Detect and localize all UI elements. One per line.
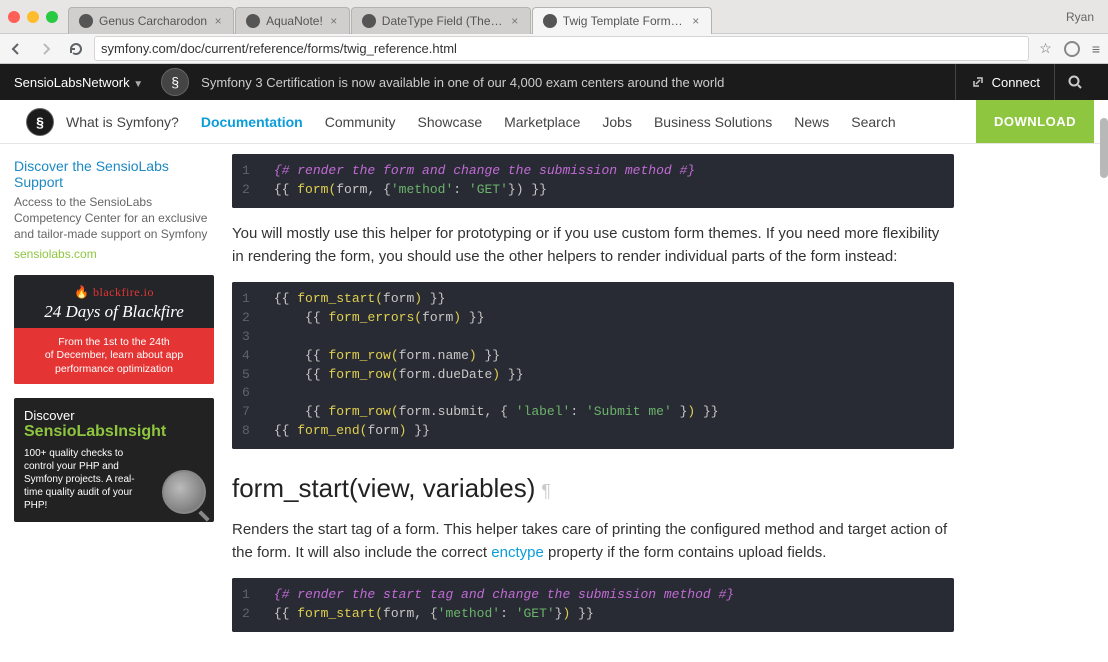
brand-part2: Network <box>82 75 130 90</box>
browser-user[interactable]: Ryan <box>1060 8 1100 26</box>
paragraph-form-start: Renders the start tag of a form. This he… <box>232 518 954 565</box>
tab-twig-active[interactable]: Twig Template Form Functi × <box>532 7 712 34</box>
sidebar: Discover the SensioLabs Support Access t… <box>0 144 214 662</box>
extension-icon[interactable] <box>1064 41 1080 57</box>
code-content[interactable]: {{ form_start(form) }} {{ form_errors(fo… <box>260 282 954 449</box>
support-title[interactable]: Discover the SensioLabs Support <box>14 158 214 190</box>
tab-title: AquaNote! <box>266 14 323 28</box>
link-enctype[interactable]: enctype <box>491 544 544 561</box>
maximize-window-icon[interactable] <box>46 11 58 23</box>
close-tab-icon[interactable]: × <box>691 16 701 26</box>
blackfire-days: 24 Days of Blackfire <box>22 302 206 322</box>
permalink-icon[interactable]: ¶ <box>541 481 551 501</box>
window-controls <box>8 11 58 23</box>
nav-jobs[interactable]: Jobs <box>602 114 632 130</box>
promo-text[interactable]: Symfony 3 Certification is now available… <box>201 75 724 90</box>
address-bar: symfony.com/doc/current/reference/forms/… <box>0 34 1108 64</box>
close-window-icon[interactable] <box>8 11 20 23</box>
support-box: Discover the SensioLabs Support Access t… <box>14 158 214 261</box>
back-icon[interactable] <box>8 41 24 57</box>
nav-showcase[interactable]: Showcase <box>418 114 483 130</box>
magnifier-icon <box>162 470 206 514</box>
blackfire-promo: From the 1st to the 24th of December, le… <box>14 328 214 385</box>
tab-datetype[interactable]: DateType Field (The Symfo × <box>351 7 531 34</box>
close-tab-icon[interactable]: × <box>510 16 520 26</box>
chevron-down-icon: ▼ <box>133 79 143 90</box>
support-text: Access to the SensioLabs Competency Cent… <box>14 194 214 243</box>
favicon-icon <box>246 14 260 28</box>
browser-tab-strip: Genus Carcharodon × AquaNote! × DateType F… <box>0 0 1108 34</box>
star-icon[interactable]: ☆ <box>1039 40 1052 57</box>
tabs: Genus Carcharodon × AquaNote! × DateType F… <box>68 0 1060 34</box>
insight-text: 100+ quality checks to control your PHP … <box>24 447 139 512</box>
minimize-window-icon[interactable] <box>27 11 39 23</box>
main-nav: § What is Symfony? Documentation Communi… <box>0 100 1108 144</box>
page-body: Discover the SensioLabs Support Access t… <box>0 144 1108 662</box>
nav-marketplace[interactable]: Marketplace <box>504 114 580 130</box>
search-icon <box>1067 74 1083 90</box>
favicon-icon <box>79 14 93 28</box>
symfony-logo-icon[interactable]: § <box>26 108 54 136</box>
heading-form-start: form_start(view, variables)¶ <box>232 473 954 504</box>
line-numbers: 12 <box>232 154 260 208</box>
tab-genus[interactable]: Genus Carcharodon × <box>68 7 234 34</box>
insight-brand: SensioLabsInsight <box>24 423 204 441</box>
tab-title: DateType Field (The Symfo <box>382 14 504 28</box>
nav-search[interactable]: Search <box>851 114 895 130</box>
nav-documentation[interactable]: Documentation <box>201 114 303 130</box>
blackfire-top: 🔥 blackfire.io 24 Days of Blackfire <box>14 275 214 328</box>
toolbar-right: ☆ ≡ <box>1039 40 1100 57</box>
ad-insight[interactable]: Discover SensioLabsInsight 100+ quality … <box>14 398 214 522</box>
tab-title: Genus Carcharodon <box>99 14 207 28</box>
menu-icon[interactable]: ≡ <box>1092 41 1100 57</box>
close-tab-icon[interactable]: × <box>213 16 223 26</box>
line-numbers: 12345678 <box>232 282 260 449</box>
code-block-form: 12 {# render the form and change the sub… <box>232 154 954 208</box>
download-button[interactable]: DOWNLOAD <box>976 100 1094 143</box>
nav-buttons <box>8 41 84 57</box>
line-numbers: 12 <box>232 578 260 632</box>
article: 12 {# render the form and change the sub… <box>214 144 1054 662</box>
nav-what-is[interactable]: What is Symfony? <box>66 114 179 130</box>
code-block-form-start: 12 {# render the start tag and change th… <box>232 578 954 632</box>
code-content[interactable]: {# render the start tag and change the s… <box>260 578 954 632</box>
tab-aquanote[interactable]: AquaNote! × <box>235 7 350 34</box>
ad-blackfire[interactable]: 🔥 blackfire.io 24 Days of Blackfire From… <box>14 275 214 385</box>
paragraph-prototyping: You will mostly use this helper for prot… <box>232 222 954 269</box>
connect-link[interactable]: Connect <box>955 64 1054 100</box>
blackfire-brand: 🔥 blackfire.io <box>22 285 206 300</box>
code-content[interactable]: {# render the form and change the submis… <box>260 154 954 208</box>
tab-title: Twig Template Form Functi <box>563 14 685 28</box>
sensiolabs-bar: SensioLabsNetwork ▼ § Symfony 3 Certific… <box>0 64 1108 100</box>
sensio-brand[interactable]: SensioLabsNetwork ▼ <box>14 75 143 90</box>
url-input[interactable]: symfony.com/doc/current/reference/forms/… <box>94 36 1029 61</box>
nav-business[interactable]: Business Solutions <box>654 114 772 130</box>
brand-part1: SensioLabs <box>14 75 82 90</box>
reload-icon[interactable] <box>68 41 84 57</box>
insight-discover: Discover <box>24 408 204 423</box>
favicon-icon <box>362 14 376 28</box>
nav-links: What is Symfony? Documentation Community… <box>66 114 896 130</box>
scrollbar-thumb[interactable] <box>1100 118 1108 178</box>
connect-label: Connect <box>992 75 1040 90</box>
support-link[interactable]: sensiolabs.com <box>14 247 214 261</box>
nav-community[interactable]: Community <box>325 114 396 130</box>
symfony-logo-icon[interactable]: § <box>161 68 189 96</box>
code-block-expanded: 12345678 {{ form_start(form) }} {{ form_… <box>232 282 954 449</box>
forward-icon[interactable] <box>38 41 54 57</box>
link-icon <box>970 74 986 90</box>
search-toggle[interactable] <box>1054 64 1094 100</box>
nav-news[interactable]: News <box>794 114 829 130</box>
close-tab-icon[interactable]: × <box>329 16 339 26</box>
favicon-icon <box>543 14 557 28</box>
